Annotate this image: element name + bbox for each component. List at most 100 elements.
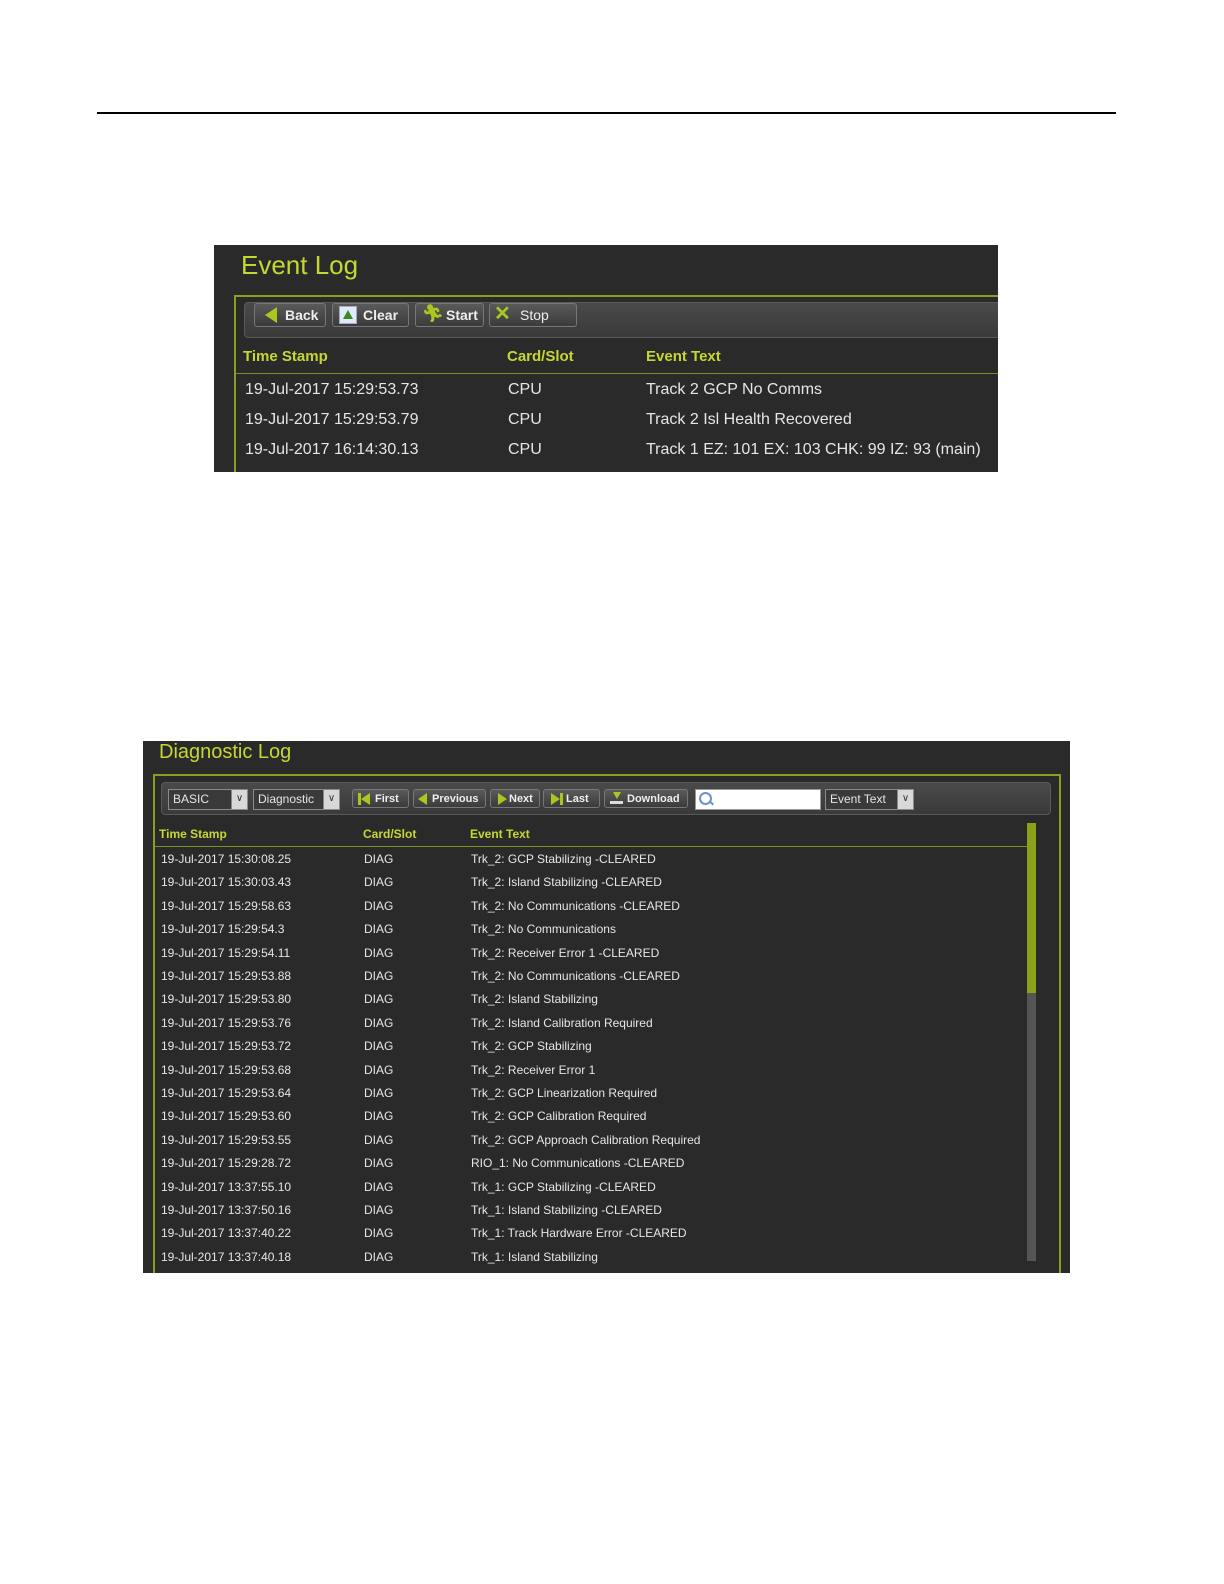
row-card-slot: CPU <box>508 381 542 398</box>
event-log-toolbar: Back Clear 🏃︎ Start ✕ Stop <box>244 302 998 338</box>
event-log-title: Event Log <box>241 250 359 280</box>
diagnostic-log-panel: Diagnostic Log BASIC ∨ Diagnostic ∨ Firs… <box>143 741 1070 1273</box>
row-time-stamp: 19-Jul-2017 13:37:40.22 <box>161 1226 292 1241</box>
diagnostic-log-title: Diagnostic Log <box>159 741 292 763</box>
row-event-text: Trk_2: GCP Calibration Required <box>471 1109 647 1124</box>
row-time-stamp: 19-Jul-2017 15:29:53.60 <box>161 1109 292 1124</box>
first-button[interactable]: First <box>352 789 409 808</box>
page-top-rule <box>97 112 1116 114</box>
row-card-slot: DIAG <box>364 875 394 890</box>
row-card-slot: DIAG <box>364 898 394 913</box>
row-event-text: Trk_2: GCP Approach Calibration Required <box>471 1132 701 1147</box>
row-time-stamp: 19-Jul-2017 13:37:55.10 <box>161 1179 292 1194</box>
clear-button[interactable]: Clear <box>332 303 409 327</box>
row-card-slot: DIAG <box>364 1109 394 1124</box>
previous-button-label: Previous <box>432 792 479 805</box>
first-button-label: First <box>375 792 399 805</box>
download-button[interactable]: Download <box>604 789 688 808</box>
start-button-label: Start <box>446 307 478 323</box>
clear-button-label: Clear <box>363 307 399 323</box>
row-event-text: Trk_2: GCP Stabilizing <box>471 1039 592 1054</box>
row-time-stamp: 19-Jul-2017 15:29:53.88 <box>161 969 292 983</box>
event-log-panel: Event Log Back Clear 🏃︎ Start ✕ Stop Tim… <box>214 245 998 472</box>
stop-button[interactable]: ✕ Stop <box>489 303 577 327</box>
first-icon <box>356 792 372 806</box>
row-event-text: Trk_2: GCP Stabilizing -CLEARED <box>471 852 656 866</box>
row-card-slot: DIAG <box>364 1249 394 1264</box>
row-event-text: Trk_2: No Communications -CLEARED <box>471 898 680 913</box>
search-icon <box>699 792 712 805</box>
type-select-value: Diagnostic <box>258 792 315 806</box>
row-event-text: Trk_2: GCP Linearization Required <box>471 1086 658 1100</box>
row-card-slot: DIAG <box>364 1086 394 1100</box>
row-time-stamp: 19-Jul-2017 15:30:08.25 <box>161 852 292 866</box>
row-card-slot: DIAG <box>364 1226 394 1241</box>
scrollbar-thumb[interactable] <box>1027 823 1036 993</box>
back-button[interactable]: Back <box>254 303 326 327</box>
download-button-label: Download <box>627 792 680 805</box>
row-time-stamp: 19-Jul-2017 13:37:50.16 <box>161 1203 292 1217</box>
search-box[interactable] <box>695 789 821 811</box>
row-time-stamp: 19-Jul-2017 15:29:54.3 <box>161 922 285 937</box>
diagnostic-log-toolbar: BASIC ∨ Diagnostic ∨ First Previous Next… <box>161 782 1051 815</box>
previous-icon <box>417 792 429 806</box>
chevron-down-icon[interactable]: ∨ <box>897 790 913 809</box>
row-event-text: Trk_2: No Communications -CLEARED <box>471 969 680 983</box>
column-header-event-text[interactable]: Event Text <box>470 827 530 841</box>
row-time-stamp: 19-Jul-2017 15:29:53.80 <box>161 992 292 1007</box>
row-card-slot: DIAG <box>364 945 394 960</box>
row-event-text: Track 2 GCP No Comms <box>646 381 823 398</box>
type-select[interactable]: Diagnostic ∨ <box>253 789 340 810</box>
column-header-time-stamp[interactable]: Time Stamp <box>159 827 227 841</box>
column-header-card-slot[interactable]: Card/Slot <box>507 348 574 365</box>
row-time-stamp: 19-Jul-2017 13:37:40.18 <box>161 1249 292 1264</box>
row-card-slot: DIAG <box>364 1062 394 1077</box>
row-card-slot: CPU <box>508 441 542 458</box>
search-field-select[interactable]: Event Text ∨ <box>825 789 914 810</box>
last-icon <box>547 792 563 806</box>
row-card-slot: DIAG <box>364 852 394 866</box>
row-time-stamp: 19-Jul-2017 15:29:54.11 <box>161 945 291 960</box>
clear-icon <box>337 306 359 324</box>
previous-button[interactable]: Previous <box>413 789 486 808</box>
row-card-slot: DIAG <box>364 1179 394 1194</box>
start-button[interactable]: 🏃︎ Start <box>415 303 484 327</box>
column-header-card-slot[interactable]: Card/Slot <box>363 827 416 841</box>
last-button[interactable]: Last <box>543 789 600 808</box>
row-event-text: Trk_2: No Communications <box>471 922 616 937</box>
row-card-slot: DIAG <box>364 1156 394 1171</box>
column-header-time-stamp[interactable]: Time Stamp <box>243 348 328 365</box>
row-event-text: Track 1 EZ: 101 EX: 103 CHK: 99 IZ: 93 (… <box>646 441 981 458</box>
next-button-label: Next <box>509 792 533 805</box>
row-event-text: Track 2 Isl Health Recovered <box>646 411 852 428</box>
row-card-slot: DIAG <box>364 922 394 937</box>
row-event-text: Trk_1: Island Stabilizing -CLEARED <box>471 1203 662 1217</box>
row-event-text: Trk_2: Island Stabilizing -CLEARED <box>471 875 662 890</box>
search-input[interactable] <box>712 790 816 811</box>
chevron-down-icon[interactable]: ∨ <box>231 790 247 809</box>
row-card-slot: DIAG <box>364 1132 394 1147</box>
row-card-slot: DIAG <box>364 969 394 983</box>
row-card-slot: CPU <box>508 411 542 428</box>
row-time-stamp: 19-Jul-2017 15:29:58.63 <box>161 898 292 913</box>
chevron-down-icon[interactable]: ∨ <box>323 790 339 809</box>
row-time-stamp: 19-Jul-2017 15:29:53.68 <box>161 1062 292 1077</box>
row-time-stamp: 19-Jul-2017 15:29:53.76 <box>161 1015 292 1030</box>
row-time-stamp: 19-Jul-2017 16:14:30.13 <box>245 441 419 458</box>
level-select-value: BASIC <box>173 792 210 806</box>
row-event-text: RIO_1: No Communications -CLEARED <box>471 1156 685 1171</box>
row-card-slot: DIAG <box>364 1203 394 1217</box>
next-icon <box>494 792 507 806</box>
back-button-label: Back <box>285 307 319 323</box>
row-event-text: Trk_2: Island Calibration Required <box>471 1015 653 1030</box>
next-button[interactable]: Next <box>490 789 540 808</box>
row-event-text: Trk_1: GCP Stabilizing -CLEARED <box>471 1179 656 1194</box>
search-field-value: Event Text <box>830 792 886 806</box>
level-select[interactable]: BASIC ∨ <box>168 789 248 810</box>
row-time-stamp: 19-Jul-2017 15:29:53.73 <box>245 381 419 398</box>
back-arrow-icon <box>259 306 281 324</box>
column-header-event-text[interactable]: Event Text <box>646 348 721 365</box>
row-time-stamp: 19-Jul-2017 15:29:53.72 <box>161 1039 292 1054</box>
stop-x-icon: ✕ <box>494 303 511 325</box>
row-time-stamp: 19-Jul-2017 15:29:53.55 <box>161 1132 292 1147</box>
